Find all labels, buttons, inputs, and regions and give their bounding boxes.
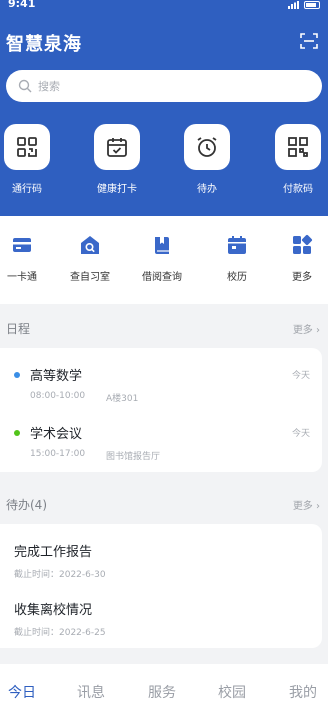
status-bar: 9:41	[0, 0, 328, 12]
event-day: 今天	[291, 429, 310, 439]
event-dot	[14, 372, 20, 378]
schedule-header: 日程 更多 ›	[0, 306, 328, 346]
status-icons	[288, 0, 320, 10]
todo-item[interactable]: 完成工作报告 截止时间：2022-6-30	[0, 528, 322, 586]
services-grid: 一卡通 查自习室 借阅查询 校历 更多	[0, 216, 328, 304]
schedule-item[interactable]: 学术会议 15:00-17:00 图书馆报告厅 今天	[0, 410, 322, 468]
quick-action-label: 健康打卡	[97, 184, 137, 195]
service-label: 更多	[292, 272, 312, 283]
calendar-icon	[228, 236, 246, 254]
quick-action-pass-code[interactable]: 通行码	[0, 124, 57, 195]
schedule-item[interactable]: 高等数学 08:00-10:00 A楼301 今天	[0, 352, 322, 410]
service-campus-card[interactable]: 一卡通	[0, 234, 54, 283]
app-title: 智慧泉海	[6, 34, 82, 55]
service-study-room[interactable]: 查自习室	[58, 234, 122, 283]
search-icon	[18, 79, 32, 93]
schedule-title: 日程	[6, 322, 31, 336]
quick-action-label: 通行码	[12, 184, 42, 195]
quick-action-label: 待办	[197, 184, 217, 195]
event-title: 高等数学	[30, 369, 83, 384]
event-time: 15:00-17:00	[30, 449, 86, 459]
event-day: 今天	[291, 371, 310, 381]
todo-title: 待办(4)	[6, 498, 47, 512]
quick-actions: 通行码 健康打卡 待办 付款码	[0, 124, 328, 204]
event-time: 08:00-10:00	[30, 391, 86, 401]
card-icon	[13, 238, 31, 252]
quick-action-payment-code[interactable]: 付款码	[268, 124, 328, 195]
calendar-check-icon	[107, 138, 127, 157]
todo-item-title: 收集离校情况	[14, 603, 93, 618]
tab-campus[interactable]: 校园	[207, 682, 257, 702]
todo-more-link[interactable]: 更多 ›	[293, 497, 320, 512]
service-label: 校历	[227, 272, 247, 283]
schedule-card: 高等数学 08:00-10:00 A楼301 今天 学术会议 15:00-17:…	[0, 348, 322, 472]
todo-header: 待办(4) 更多 ›	[0, 482, 328, 522]
service-borrow-query[interactable]: 借阅查询	[130, 234, 194, 283]
todo-item-title: 完成工作报告	[14, 545, 93, 560]
quick-tile[interactable]	[4, 124, 50, 170]
service-label: 一卡通	[7, 272, 37, 283]
service-label: 查自习室	[70, 272, 110, 283]
house-search-icon	[81, 236, 99, 254]
quick-tile[interactable]	[94, 124, 140, 170]
event-place: A楼301	[106, 394, 139, 404]
grid-qr-icon	[17, 137, 37, 157]
schedule-more-link[interactable]: 更多 ›	[293, 321, 320, 336]
event-place: 图书馆报告厅	[106, 452, 161, 462]
tab-mine[interactable]: 我的	[278, 682, 328, 702]
quick-action-label: 付款码	[283, 184, 313, 195]
apps-icon	[293, 234, 313, 254]
book-icon	[155, 237, 169, 254]
quick-tile[interactable]	[275, 124, 321, 170]
tab-services[interactable]: 服务	[137, 682, 187, 702]
todo-item[interactable]: 收集离校情况 截止时间：2022-6-25	[0, 586, 322, 644]
todo-deadline: 截止时间：2022-6-25	[14, 628, 106, 638]
qr-code-icon	[288, 137, 308, 157]
header-banner: 9:41 智慧泉海 通行码	[0, 0, 328, 216]
service-label: 借阅查询	[142, 272, 182, 283]
alarm-clock-icon	[197, 137, 217, 157]
bottom-tab-bar: 今日 讯息 服务 校园 我的	[0, 664, 328, 720]
quick-tile[interactable]	[184, 124, 230, 170]
tab-today[interactable]: 今日	[0, 682, 47, 702]
battery-icon	[304, 1, 320, 9]
event-dot	[14, 430, 20, 436]
signal-icon	[288, 1, 299, 9]
todo-deadline: 截止时间：2022-6-30	[14, 570, 106, 580]
tab-news[interactable]: 讯息	[66, 682, 116, 702]
event-title: 学术会议	[30, 427, 83, 442]
scan-icon[interactable]	[300, 32, 318, 50]
search-bar[interactable]	[6, 70, 322, 102]
status-time: 9:41	[8, 0, 36, 10]
service-school-calendar[interactable]: 校历	[205, 234, 269, 283]
service-more[interactable]: 更多	[270, 234, 328, 283]
quick-action-todo[interactable]: 待办	[177, 124, 237, 195]
todo-card: 完成工作报告 截止时间：2022-6-30 收集离校情况 截止时间：2022-6…	[0, 524, 322, 648]
search-input[interactable]	[38, 79, 298, 93]
quick-action-health-checkin[interactable]: 健康打卡	[87, 124, 147, 195]
